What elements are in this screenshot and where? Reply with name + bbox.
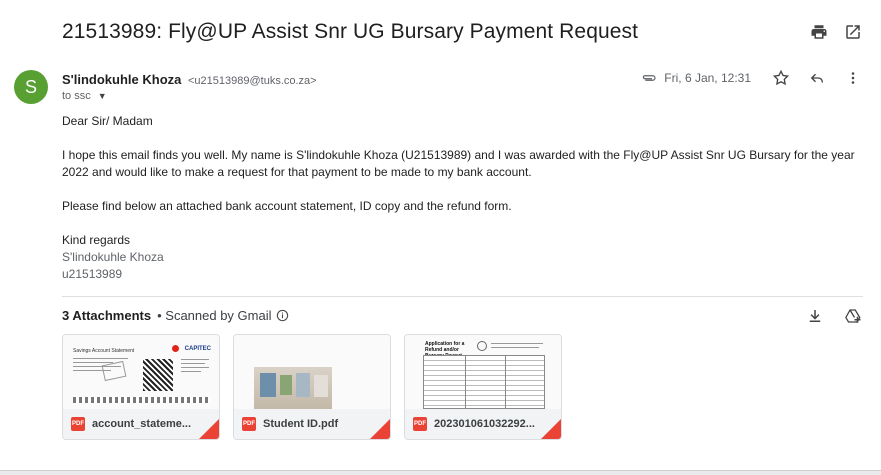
email-subject: 21513989: Fly@UP Assist Snr UG Bursary P… xyxy=(62,20,639,43)
download-all-icon[interactable] xyxy=(805,306,825,326)
attachment-filename: Student ID.pdf xyxy=(263,418,339,430)
body-paragraph-1: I hope this email finds you well. My nam… xyxy=(62,148,855,179)
paperclip-icon xyxy=(643,75,656,81)
pdf-icon: PDF xyxy=(413,417,427,431)
body-paragraph-2: Please find below an attached bank accou… xyxy=(62,199,512,213)
attachment-card[interactable]: PDF Student ID.pdf xyxy=(233,334,391,440)
email-body: Dear Sir/ Madam I hope this email finds … xyxy=(62,113,862,283)
more-options-icon[interactable] xyxy=(843,68,863,88)
attachment-cards: Savings Account Statement CAPITEC PDF ac… xyxy=(62,334,562,440)
pdf-corner xyxy=(541,419,561,439)
thumb-title: Savings Account Statement xyxy=(73,348,135,354)
body-greeting: Dear Sir/ Madam xyxy=(62,114,153,128)
pdf-icon: PDF xyxy=(71,417,85,431)
pdf-corner xyxy=(370,419,390,439)
attachments-header: 3 Attachments • Scanned by Gmail xyxy=(62,308,289,323)
message-meta: Fri, 6 Jan, 12:31 xyxy=(640,68,863,88)
attachment-card[interactable]: Application for a Refund and/or Bursary … xyxy=(404,334,562,440)
capitec-logo-icon xyxy=(172,345,179,352)
qr-code-icon xyxy=(143,359,173,391)
recipient-label: to ssc xyxy=(62,90,91,102)
stamp-icon xyxy=(101,360,127,382)
print-icon[interactable] xyxy=(809,22,829,42)
divider xyxy=(62,296,863,297)
thumb-brand: CAPITEC xyxy=(184,346,211,352)
attachment-footer: PDF account_stateme... xyxy=(63,409,219,439)
attachment-filename: account_stateme... xyxy=(92,418,192,430)
info-icon[interactable] xyxy=(276,309,289,322)
bottom-bar xyxy=(0,470,881,475)
recipient-line[interactable]: to ssc ▼ xyxy=(62,90,107,102)
signature-id: u21513989 xyxy=(62,267,123,281)
attachment-footer: PDF Student ID.pdf xyxy=(234,409,390,439)
sender-name[interactable]: S'lindokuhle Khoza xyxy=(62,72,181,87)
reply-icon[interactable] xyxy=(807,68,827,88)
attachment-filename: 202301061032292... xyxy=(434,418,535,430)
sender-email: <u21513989@tuks.co.za> xyxy=(188,75,317,87)
form-table xyxy=(423,355,545,409)
message-date: Fri, 6 Jan, 12:31 xyxy=(664,71,751,85)
attachments-count: 3 Attachments xyxy=(62,308,152,323)
attachment-thumbnail: Savings Account Statement CAPITEC xyxy=(63,335,219,411)
signature-name: S'lindokuhle Khoza xyxy=(62,250,164,264)
attachment-card[interactable]: Savings Account Statement CAPITEC PDF ac… xyxy=(62,334,220,440)
star-icon[interactable] xyxy=(771,68,791,88)
sender-line: S'lindokuhle Khoza <u21513989@tuks.co.za… xyxy=(62,72,317,87)
sender-avatar[interactable]: S xyxy=(14,70,48,104)
top-actions xyxy=(809,22,863,42)
scanned-by-gmail: • Scanned by Gmail xyxy=(157,308,272,323)
attachment-footer: PDF 202301061032292... xyxy=(405,409,561,439)
open-in-new-window-icon[interactable] xyxy=(843,22,863,42)
body-closing: Kind regards xyxy=(62,233,131,247)
add-to-drive-icon[interactable] xyxy=(843,306,863,326)
university-seal-icon xyxy=(477,341,487,351)
attachment-thumbnail: Application for a Refund and/or Bursary … xyxy=(405,335,561,411)
pdf-icon: PDF xyxy=(242,417,256,431)
attachments-actions xyxy=(805,306,863,326)
attachment-thumbnail xyxy=(234,335,390,411)
chevron-down-icon[interactable]: ▼ xyxy=(98,91,107,101)
pdf-corner xyxy=(199,419,219,439)
